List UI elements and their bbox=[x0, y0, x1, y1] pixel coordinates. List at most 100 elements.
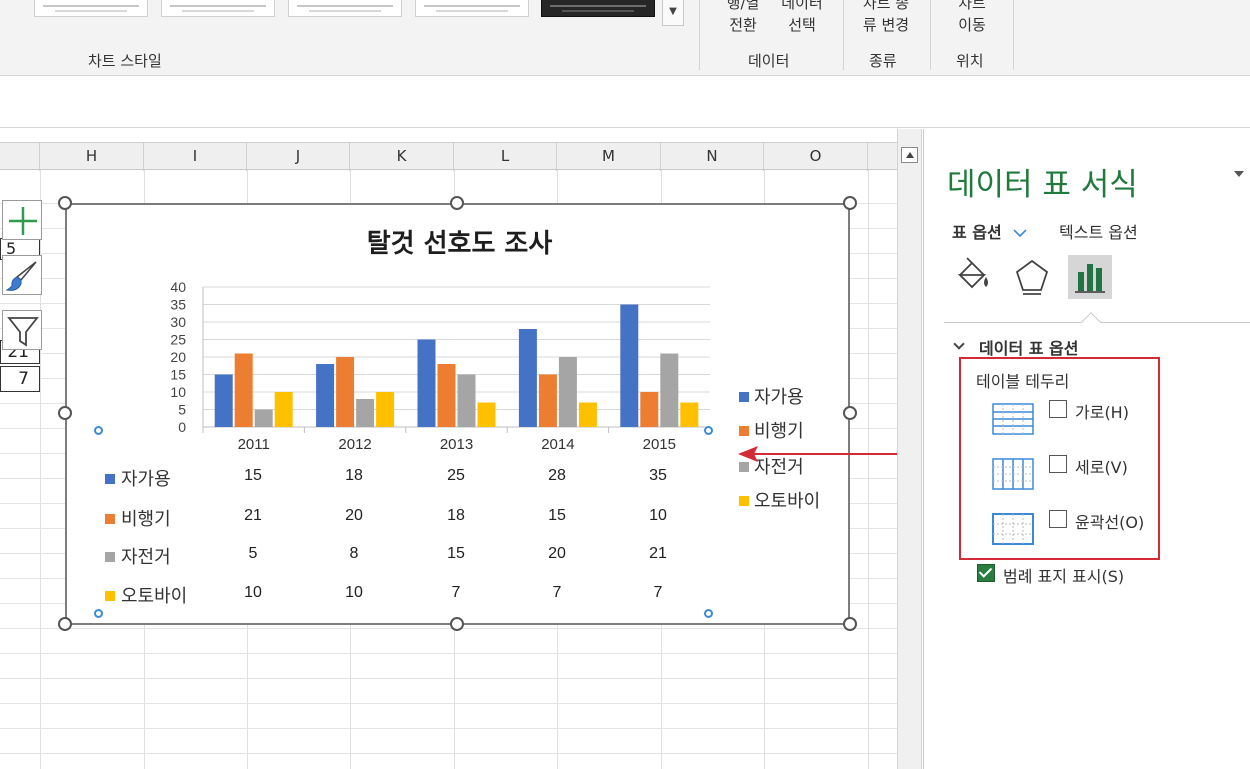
ribbon-separator bbox=[1013, 0, 1014, 70]
legend-entry[interactable]: 비행기 bbox=[739, 417, 804, 443]
data-table-cell: 7 bbox=[653, 584, 663, 601]
column-header-j[interactable]: J bbox=[247, 143, 350, 171]
tab-table-options[interactable]: 표 옵션 bbox=[952, 219, 1027, 243]
button-label-line2: 이동 bbox=[958, 16, 986, 34]
edge-cell-value[interactable]: 7 bbox=[0, 366, 40, 392]
bar[interactable] bbox=[234, 353, 253, 428]
show-legend-keys-checkbox[interactable] bbox=[977, 564, 995, 582]
bar[interactable] bbox=[518, 329, 537, 427]
gallery-more-button[interactable]: ▼ bbox=[662, 0, 684, 26]
annotation-arrow bbox=[738, 446, 916, 462]
vertical-scrollbar[interactable] bbox=[897, 129, 922, 769]
chart-elements-button[interactable] bbox=[2, 200, 42, 240]
resize-handle-e[interactable] bbox=[843, 406, 857, 420]
section-data-table-options[interactable]: 데이터 표 옵션 bbox=[957, 335, 1078, 359]
data-table-selection-handle[interactable] bbox=[94, 426, 103, 435]
horizontal-checkbox-label[interactable]: 가로(H) bbox=[1075, 399, 1129, 423]
column-header-k[interactable]: K bbox=[350, 143, 454, 171]
column-header-prev[interactable] bbox=[0, 143, 40, 171]
column-header-i[interactable]: I bbox=[144, 143, 247, 171]
chart-style-thumbnail-3[interactable] bbox=[288, 0, 402, 17]
vertical-checkbox-label[interactable]: 세로(V) bbox=[1075, 454, 1128, 478]
legend-swatch bbox=[739, 392, 749, 402]
chevron-down-icon: ▼ bbox=[669, 6, 677, 17]
data-table-row-label: 자가용 bbox=[105, 465, 171, 491]
chart-style-thumbnail-5[interactable] bbox=[541, 0, 655, 17]
outline-checkbox-label[interactable]: 윤곽선(O) bbox=[1075, 509, 1144, 533]
group-label-data: 데이터 bbox=[748, 52, 790, 70]
scroll-up-button[interactable] bbox=[901, 147, 918, 163]
legend-swatch bbox=[739, 426, 749, 436]
resize-handle-w[interactable] bbox=[58, 406, 72, 420]
legend-entry[interactable]: 자가용 bbox=[739, 383, 804, 409]
horizontal-checkbox[interactable] bbox=[1049, 400, 1067, 418]
chart-style-thumbnail-2[interactable] bbox=[161, 0, 275, 17]
move-chart-button[interactable]: 차트 이동 bbox=[948, 0, 996, 36]
bar[interactable] bbox=[538, 374, 557, 428]
data-table-label-text: 자전거 bbox=[121, 547, 171, 568]
show-legend-keys-label[interactable]: 범례 표지 표시(S) bbox=[1003, 563, 1124, 587]
effects-icon[interactable] bbox=[1010, 255, 1054, 299]
bar[interactable] bbox=[477, 402, 496, 428]
chevron-down-icon bbox=[1013, 229, 1027, 238]
bar[interactable] bbox=[620, 304, 639, 428]
data-table-row-label: 오토바이 bbox=[105, 582, 187, 608]
bar[interactable] bbox=[356, 399, 375, 427]
chart-styles-button[interactable] bbox=[2, 255, 42, 295]
bar[interactable] bbox=[437, 364, 456, 427]
vertical-checkbox[interactable] bbox=[1049, 455, 1067, 473]
resize-handle-s[interactable] bbox=[450, 617, 464, 631]
x-tick-label: 2014 bbox=[541, 436, 574, 453]
data-table-cell: 7 bbox=[552, 584, 562, 601]
column-header-o[interactable]: O bbox=[764, 143, 868, 171]
bar[interactable] bbox=[640, 392, 659, 427]
resize-handle-n[interactable] bbox=[450, 196, 464, 210]
column-header-l[interactable]: L bbox=[454, 143, 557, 171]
chart-style-thumbnail-1[interactable] bbox=[34, 0, 148, 17]
horizontal-borders-icon bbox=[992, 403, 1034, 435]
column-header-n[interactable]: N bbox=[661, 143, 764, 171]
legend-key-swatch bbox=[105, 514, 115, 524]
pane-options-dropdown-icon[interactable] bbox=[1234, 171, 1244, 177]
column-header-m[interactable]: M bbox=[557, 143, 661, 171]
bar[interactable] bbox=[336, 357, 355, 427]
bar[interactable] bbox=[417, 339, 436, 428]
select-data-button[interactable]: 데이터 선택 bbox=[774, 0, 830, 36]
resize-handle-se[interactable] bbox=[843, 617, 857, 631]
bar[interactable] bbox=[680, 402, 699, 428]
change-chart-type-button[interactable]: 차트 종 류 변경 bbox=[853, 0, 919, 36]
fill-line-icon[interactable] bbox=[950, 255, 994, 299]
bar[interactable] bbox=[376, 392, 395, 427]
data-table-selection-handle[interactable] bbox=[704, 609, 713, 618]
bar[interactable] bbox=[578, 402, 597, 428]
data-table-cell: 10 bbox=[649, 507, 667, 524]
chart-area[interactable]: 탈것 선호도 조사 0 5 10 15 20 25 30 35 40 2011 2012 2013 20… bbox=[58, 196, 857, 631]
chart-style-thumbnail-4[interactable] bbox=[415, 0, 529, 17]
bar[interactable] bbox=[214, 374, 233, 428]
resize-handle-nw[interactable] bbox=[58, 196, 72, 210]
x-tick-label: 2012 bbox=[338, 436, 371, 453]
data-table-label-text: 비행기 bbox=[121, 509, 171, 530]
data-table-row: 오토바이 10 10 7 7 7 bbox=[105, 582, 825, 608]
bar-chart-options-icon[interactable] bbox=[1068, 255, 1112, 299]
column-header-h[interactable]: H bbox=[40, 143, 144, 171]
button-label-line2: 전환 bbox=[729, 16, 757, 34]
data-table-row: 자전거 5 8 15 20 21 bbox=[105, 543, 825, 568]
tab-text-options[interactable]: 텍스트 옵션 bbox=[1059, 219, 1138, 243]
bar[interactable] bbox=[558, 357, 577, 427]
resize-handle-ne[interactable] bbox=[843, 196, 857, 210]
data-table-cell: 25 bbox=[447, 467, 465, 484]
data-table-cell: 15 bbox=[548, 507, 566, 524]
outline-checkbox[interactable] bbox=[1049, 510, 1067, 528]
bar[interactable] bbox=[457, 374, 476, 428]
bar[interactable] bbox=[254, 409, 273, 428]
bar[interactable] bbox=[316, 364, 335, 427]
bar[interactable] bbox=[274, 392, 293, 427]
resize-handle-sw[interactable] bbox=[58, 617, 72, 631]
data-table-selection-handle[interactable] bbox=[704, 426, 713, 435]
bar[interactable] bbox=[660, 353, 679, 428]
group-label-chart-styles: 차트 스타일 bbox=[88, 52, 162, 70]
data-table-selection-handle[interactable] bbox=[94, 609, 103, 618]
switch-row-column-button[interactable]: 행/열 전환 bbox=[718, 0, 768, 36]
chart-filters-button[interactable] bbox=[2, 310, 42, 350]
